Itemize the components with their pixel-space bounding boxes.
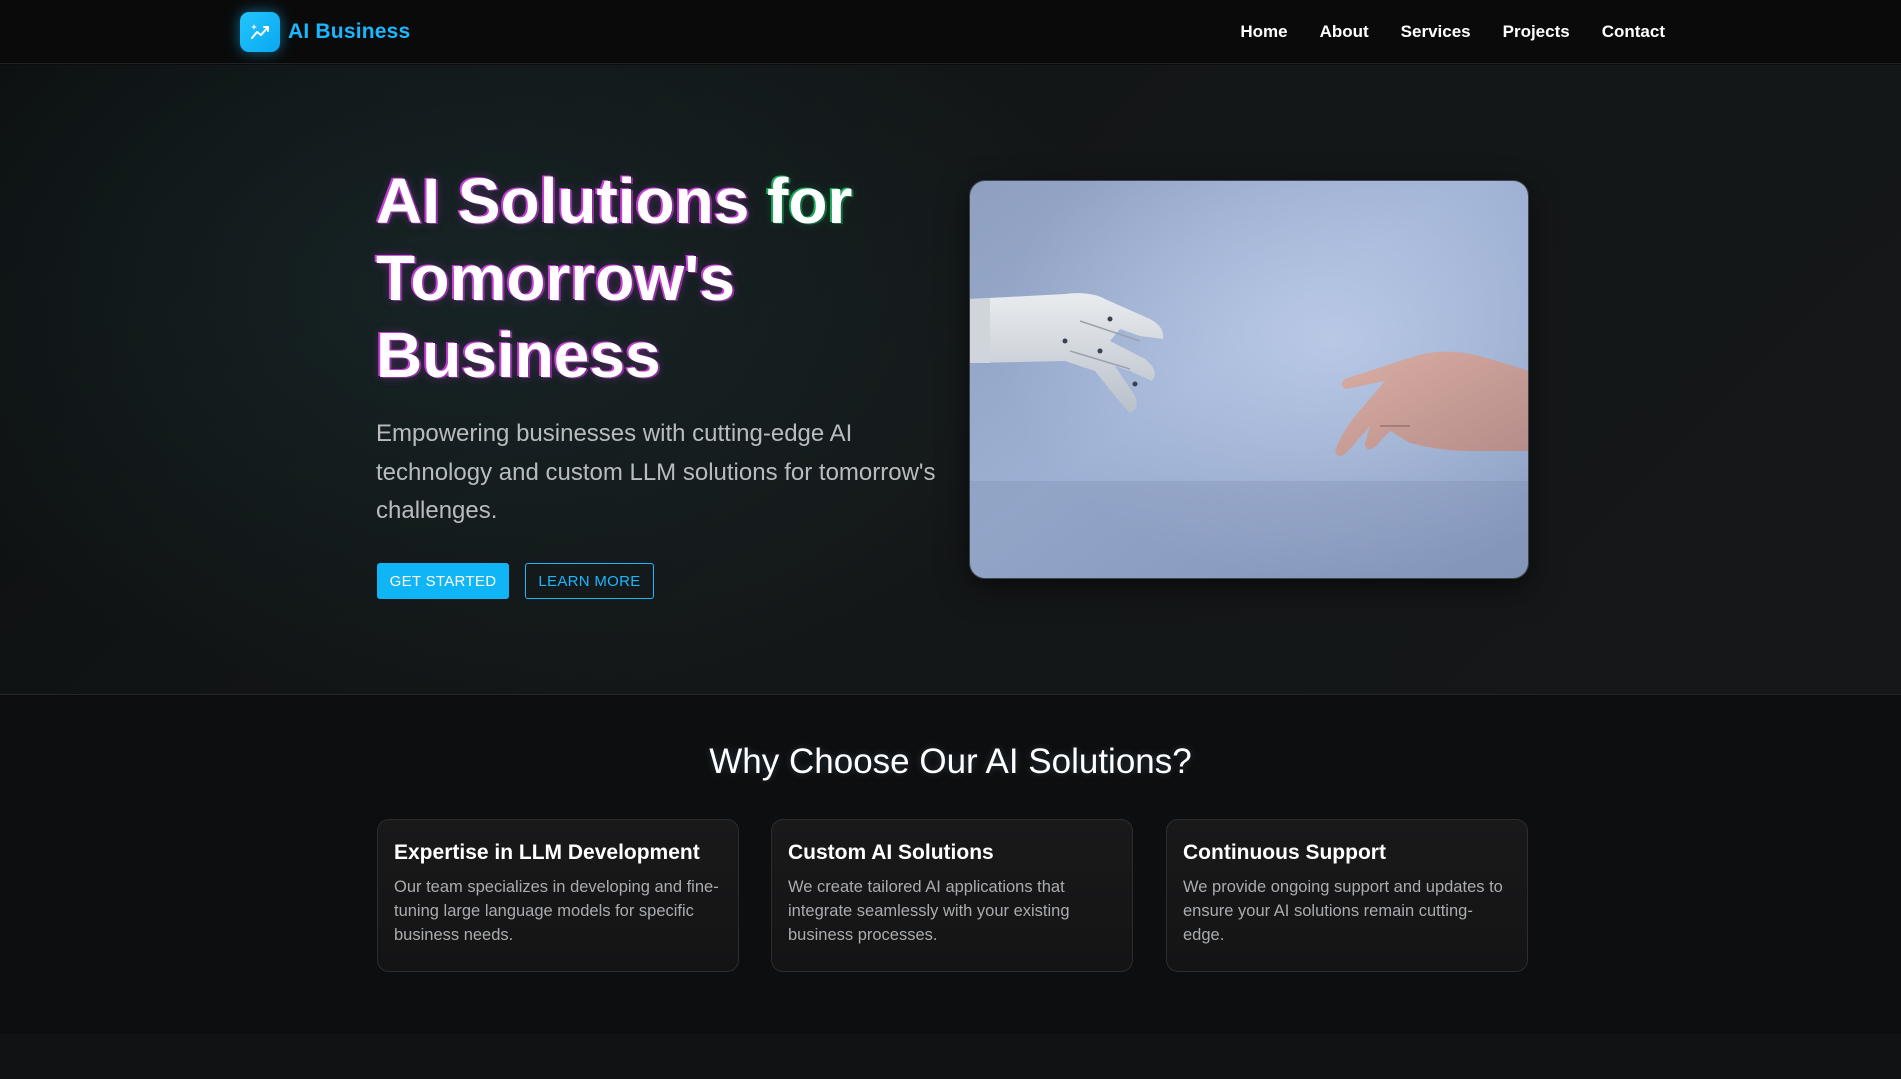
brand-name: AI Business [288, 20, 411, 43]
feature-card: Expertise in LLM Development Our team sp… [377, 819, 739, 972]
main-nav: Home About Services Projects Contact [1240, 0, 1665, 64]
nav-home-link[interactable]: Home [1240, 22, 1287, 42]
nav-contact-link[interactable]: Contact [1602, 22, 1665, 42]
hero-title-line2: Tomorrow's [376, 242, 735, 314]
footer-strip [0, 1034, 1901, 1079]
nav-projects-link[interactable]: Projects [1503, 22, 1570, 42]
hero-section: AI Solutions for Tomorrow's Business Empow… [0, 65, 1901, 695]
feature-card-title: Continuous Support [1183, 841, 1386, 864]
robot-hand-reaching-human-hand-image [969, 180, 1529, 579]
hero-title: AI Solutions for Tomorrow's Business [376, 163, 936, 394]
hero-title-line1: AI Solutions for [376, 165, 853, 237]
brand[interactable]: AI Business [240, 12, 410, 52]
hero-title-line3: Business [376, 319, 661, 391]
nav-services-link[interactable]: Services [1401, 22, 1471, 42]
feature-card-title: Expertise in LLM Development [394, 841, 700, 864]
feature-card-text: We provide ongoing support and updates t… [1183, 878, 1503, 944]
get-started-button[interactable]: GET STARTED [377, 563, 509, 599]
feature-card-text: We create tailored AI applications that … [788, 878, 1070, 944]
features-section: Why Choose Our AI Solutions? Expertise i… [0, 696, 1901, 1034]
hero-subtitle: Empowering businesses with cutting-edge … [376, 420, 936, 524]
learn-more-button[interactable]: LEARN MORE [525, 563, 654, 599]
navbar: AI Business Home About Services Projects… [0, 0, 1901, 64]
feature-card: Continuous Support We provide ongoing su… [1166, 819, 1528, 972]
sparkle-chart-icon [240, 12, 280, 52]
feature-card-title: Custom AI Solutions [788, 841, 994, 864]
feature-card: Custom AI Solutions We create tailored A… [771, 819, 1133, 972]
features-section-title: Why Choose Our AI Solutions? [709, 742, 1192, 781]
nav-about-link[interactable]: About [1320, 22, 1369, 42]
feature-card-text: Our team specializes in developing and f… [394, 878, 719, 944]
